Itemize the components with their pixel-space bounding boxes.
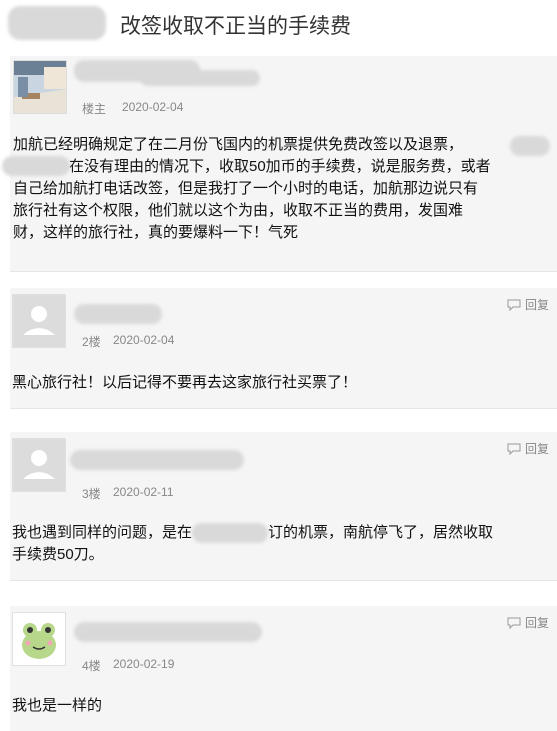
default-user-icon xyxy=(23,306,55,335)
reply-label: 回复 xyxy=(524,442,549,456)
reply-button[interactable]: 回复 xyxy=(507,614,549,631)
content-line: 旅行社有这个权限，他们就以这个为由，收取不正当的费用，发国难 xyxy=(13,202,464,219)
redacted-username-extra xyxy=(140,70,260,86)
comment-icon xyxy=(507,443,521,455)
post-content: 黑心旅行社！以后记得不要再去这家旅行社买票了！ xyxy=(12,372,548,394)
content-segment: 我也遇到同样的问题，是在 xyxy=(12,524,193,541)
main-post: 楼主 2020-02-04 加航已经明确规定了在二月份飞国内的机票提供免费改签以… xyxy=(2,56,557,272)
post-content: 加航已经明确规定了在二月份飞国内的机票提供免费改签以及退票， 在没有理由的情况下… xyxy=(13,134,549,244)
comment-icon xyxy=(507,617,521,629)
post-content: 我也遇到同样的问题，是在 订的机票，南航停飞了，居然收取 手续费50刀。 xyxy=(12,522,548,566)
redacted-username xyxy=(74,622,262,642)
user-avatar[interactable] xyxy=(12,612,66,666)
content-line: 财，这样的旅行社，真的要爆料一下！气死 xyxy=(13,224,299,241)
reply-label: 回复 xyxy=(524,298,549,312)
user-avatar[interactable] xyxy=(12,438,66,492)
reply-button[interactable]: 回复 xyxy=(507,440,549,457)
reply-button[interactable]: 回复 xyxy=(507,296,549,313)
redacted-agency-name xyxy=(510,136,550,156)
comment-icon xyxy=(507,299,521,311)
user-avatar[interactable] xyxy=(12,294,66,348)
floor-label: 3楼 xyxy=(82,487,101,501)
content-segment: 订的机票，南航停飞了，居然收取 xyxy=(268,524,494,541)
frog-sticker-icon xyxy=(22,623,56,659)
floor-label: 4楼 xyxy=(82,659,101,673)
post-date: 2020-02-04 xyxy=(122,100,184,114)
page-title: 改签收取不正当的手续费 xyxy=(120,15,351,38)
content-line: 我也遇到同样的问题，是在 订的机票，南航停飞了，居然收取 xyxy=(12,522,548,544)
post-date: 2020-02-19 xyxy=(113,657,175,671)
post-date: 2020-02-04 xyxy=(113,333,175,347)
content-line: 手续费50刀。 xyxy=(12,546,104,563)
post-content: 我也是一样的 xyxy=(12,695,548,717)
content-line: 加航已经明确规定了在二月份飞国内的机票提供免费改签以及退票， xyxy=(13,136,464,153)
content-line: 黑心旅行社！以后记得不要再去这家旅行社买票了！ xyxy=(12,374,358,391)
floor-label: 2楼 xyxy=(82,335,101,349)
redacted-agency-name xyxy=(192,523,269,544)
user-avatar[interactable] xyxy=(13,60,67,114)
content-line: 在没有理由的情况下，收取50加币的手续费，说是服务费，或者 xyxy=(69,158,491,175)
content-line: 自己给加航打电话改签，但是我打了一个小时的电话，加航那边说只有 xyxy=(13,180,479,197)
redacted-forum-logo xyxy=(8,6,106,40)
redacted-username xyxy=(74,304,162,324)
redacted-agency-name xyxy=(2,156,70,176)
reply-post: 3楼 2020-02-11 回复 我也遇到同样的问题，是在 订的机票，南航停飞了，… xyxy=(10,432,557,581)
floor-label: 楼主 xyxy=(82,102,107,116)
reply-post: 2楼 2020-02-04 回复 黑心旅行社！以后记得不要再去这家旅行社买票了！ xyxy=(10,288,557,409)
default-user-icon xyxy=(23,450,55,479)
post-date: 2020-02-11 xyxy=(113,485,174,499)
content-line: 我也是一样的 xyxy=(12,697,103,714)
reply-post: 4楼 2020-02-19 回复 我也是一样的 xyxy=(10,606,557,731)
reply-label: 回复 xyxy=(524,616,549,630)
airport-photo-icon xyxy=(14,61,66,113)
redacted-username xyxy=(70,450,244,470)
